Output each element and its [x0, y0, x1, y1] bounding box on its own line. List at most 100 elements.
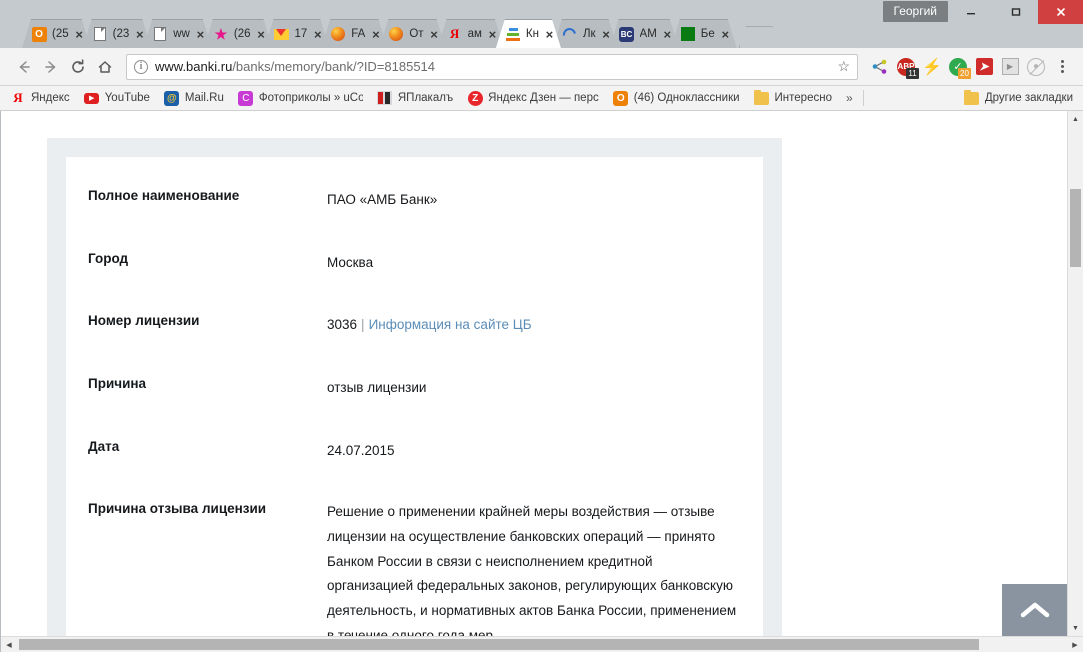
tab-flame-1[interactable]: FA × [321, 19, 387, 48]
scroll-down-arrow[interactable]: ▼ [1068, 620, 1083, 636]
close-tab-icon[interactable]: × [542, 27, 557, 42]
row-label: Номер лицензии [88, 313, 200, 329]
yandex-icon: Я [449, 26, 460, 41]
scroll-right-arrow[interactable]: ▶ [1067, 641, 1083, 649]
bookmark-youtube[interactable]: ▶ YouTube [84, 90, 150, 106]
ucoz-icon: C [238, 90, 254, 106]
tab-label: 17 [294, 28, 308, 40]
browser-window: Георгий O (25 × (23 × ww × ★ (26 × 17 × … [0, 0, 1083, 652]
table-row: Причина отзыв лицензии [66, 375, 763, 401]
bookmark-folder-interesting[interactable]: Интересно [754, 89, 832, 106]
close-tab-icon[interactable]: × [310, 27, 325, 42]
play-icon[interactable]: ▶ [997, 54, 1023, 80]
row-label: Полное наименование [88, 188, 240, 203]
vk-icon: BC [619, 26, 635, 42]
back-icon[interactable] [10, 53, 37, 80]
bookmark-other-folder[interactable]: Другие закладки [964, 89, 1073, 106]
cbr-info-link[interactable]: Информация на сайте ЦБ [369, 317, 532, 332]
browser-menu-icon[interactable] [1049, 54, 1075, 80]
tab-document-1[interactable]: (23 × [83, 19, 152, 48]
bookmarks-overflow-icon[interactable]: » [846, 91, 853, 105]
close-tab-icon[interactable]: × [132, 27, 147, 42]
close-tab-icon[interactable]: × [660, 27, 675, 42]
tab-strip: O (25 × (23 × ww × ★ (26 × 17 × FA × От … [0, 19, 1083, 48]
checkmark-icon[interactable]: ✓ 20 [945, 54, 971, 80]
bookmark-ucoz[interactable]: C Фотоприколы » uCo [238, 90, 363, 106]
tab-label: (25 [52, 28, 69, 40]
close-tab-icon[interactable]: × [485, 27, 500, 42]
vertical-scrollbar[interactable]: ▲ ▼ [1067, 111, 1083, 636]
tab-flame-2[interactable]: От × [379, 19, 445, 48]
tab-star[interactable]: ★ (26 × [204, 19, 273, 48]
reload-icon[interactable] [64, 53, 91, 80]
title-bar: Георгий O (25 × (23 × ww × ★ (26 × 17 × … [0, 0, 1083, 48]
row-value: 24.07.2015 [327, 442, 395, 458]
tab-green[interactable]: Бе × [671, 19, 737, 48]
close-tab-icon[interactable]: × [193, 27, 208, 42]
red-script-icon[interactable]: ➤ [971, 54, 997, 80]
url-host: www.banki.ru [155, 59, 233, 74]
adblock-icon[interactable]: ABP 11 [893, 54, 919, 80]
page-content: Полное наименование ПАО «АМБ Банк» Город… [1, 111, 1067, 636]
info-icon[interactable]: i [134, 59, 148, 74]
close-tab-icon[interactable]: × [718, 27, 733, 42]
tab-label: (26 [233, 28, 251, 40]
bookmark-label: Фотоприколы » uCo [258, 92, 363, 104]
close-tab-icon[interactable]: × [427, 27, 442, 42]
mailru-icon: @ [164, 90, 180, 106]
bookmark-label: (46) Однокласcники [633, 92, 740, 104]
tab-document-2[interactable]: ww × [143, 19, 212, 48]
row-label: Город [88, 250, 129, 266]
row-value: ПАО «АМБ Банк» [327, 192, 438, 207]
lightning-icon[interactable]: ⚡ [919, 54, 945, 80]
tab-loading[interactable]: Лк × [553, 19, 618, 48]
tab-label: Бе [700, 28, 715, 40]
row-label: Дата [88, 438, 120, 454]
green-square-icon [680, 26, 696, 42]
home-icon[interactable] [91, 53, 118, 80]
tab-label: От [409, 28, 424, 40]
checkmark-badge: 20 [958, 67, 971, 79]
bookmark-star-icon[interactable]: ☆ [837, 58, 850, 75]
tab-vk[interactable]: BC AM × [610, 19, 679, 48]
banki-icon [505, 26, 521, 42]
close-tab-icon[interactable]: × [368, 27, 383, 42]
row-value-group: 3036 | Информация на сайте ЦБ [327, 312, 741, 338]
tab-yandex-mail[interactable]: 17 × [265, 19, 330, 48]
bookmark-yandex[interactable]: Я Яндекс [10, 90, 70, 106]
close-tab-icon[interactable]: × [599, 27, 614, 42]
value-separator: | [361, 317, 365, 333]
url-text: www.banki.ru/banks/memory/bank/?ID=81855… [155, 59, 837, 74]
scroll-left-arrow[interactable]: ◀ [1, 641, 17, 649]
scroll-up-arrow[interactable]: ▲ [1068, 111, 1083, 127]
scroll-to-top-button[interactable] [1002, 584, 1067, 636]
table-row: Дата 24.07.2015 [66, 438, 763, 464]
vertical-scroll-thumb[interactable] [1070, 189, 1081, 267]
bookmark-odnoklassniki[interactable]: O (46) Однокласcники [613, 90, 740, 106]
tab-yandex[interactable]: Я ам × [438, 19, 504, 48]
bookmark-label: Яндекс [31, 92, 70, 104]
address-bar[interactable]: i www.banki.ru/banks/memory/bank/?ID=818… [126, 53, 858, 80]
license-number: 3036 [327, 317, 358, 333]
bookmark-yaplakal[interactable]: ЯПлакалъ [377, 90, 453, 106]
forward-icon[interactable] [37, 53, 64, 80]
close-tab-icon[interactable]: × [72, 27, 87, 42]
horizontal-scroll-thumb[interactable] [19, 639, 979, 650]
tab-odnoklassniki-1[interactable]: O (25 × [22, 19, 91, 48]
flame-icon [330, 26, 346, 42]
bookmark-zen[interactable]: Z Яндекс Дзен — перс [467, 90, 599, 106]
share-icon[interactable] [867, 54, 893, 80]
new-tab-button[interactable] [739, 26, 773, 48]
tab-label: (23 [112, 28, 130, 40]
table-row: Полное наименование ПАО «АМБ Банк» [66, 187, 763, 213]
page-viewport: Полное наименование ПАО «АМБ Банк» Город… [0, 111, 1083, 652]
star-icon: ★ [214, 25, 228, 42]
tab-banki-active[interactable]: Кн × [496, 19, 561, 48]
horizontal-scrollbar[interactable]: ◀ ▶ [1, 636, 1083, 652]
tab-label: ww [173, 28, 190, 40]
bookmark-mailru[interactable]: @ Mail.Ru [164, 90, 224, 106]
tab-label: FA [351, 28, 366, 40]
close-tab-icon[interactable]: × [254, 27, 269, 42]
tab-label: AM [639, 28, 657, 40]
ghost-icon[interactable]: ● [1023, 54, 1049, 80]
